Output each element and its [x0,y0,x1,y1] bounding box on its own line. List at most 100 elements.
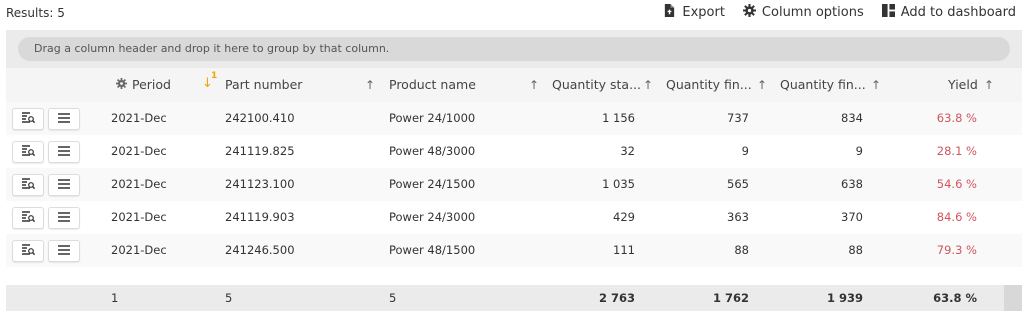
footer-yield-total: 63.8 % [933,291,977,305]
cell-yield: 63.8 % [936,111,977,125]
cell-period: 2021-Dec [111,111,167,125]
column-header-yield[interactable]: Yield [948,68,978,102]
cell-quantity-finished-2: 9 [855,144,863,158]
details-search-icon [21,144,36,160]
column-header-product-name[interactable]: Product name [389,68,476,102]
details-search-icon [21,111,36,127]
menu-icon [57,178,71,193]
row-menu-button[interactable] [48,174,80,196]
arrow-up-icon[interactable]: ↑ [643,68,653,102]
arrow-up-icon[interactable]: ↑ [984,68,994,102]
grid-header: Period ↓ 1 Part number ↑ Product name ↑ … [6,68,1022,102]
cell-part-number: 241119.825 [225,144,295,158]
cell-quantity-started: 1 035 [602,177,635,191]
cell-period: 2021-Dec [111,177,167,191]
group-drop-zone[interactable]: Drag a column header and drop it here to… [18,37,1010,61]
cell-quantity-finished-1: 88 [734,243,749,257]
column-header-quantity-finished-1[interactable]: Quantity fin... [666,68,752,102]
arrow-up-icon[interactable]: ↑ [871,68,881,102]
details-search-icon [21,243,36,259]
row-details-button[interactable] [12,141,44,163]
cell-quantity-started: 429 [613,210,635,224]
row-menu-button[interactable] [48,207,80,229]
cell-product-name: Power 24/1500 [389,177,476,191]
column-header-quantity-started[interactable]: Quantity sta... [552,68,641,102]
row-details-button[interactable] [12,207,44,229]
footer-quantity-started-total: 2 763 [598,291,635,305]
cell-product-name: Power 48/1500 [389,243,476,257]
cell-quantity-finished-1: 565 [727,177,749,191]
cell-quantity-finished-2: 834 [841,111,863,125]
row-details-button[interactable] [12,108,44,130]
details-search-icon [21,177,36,193]
top-bar: Results: 5 Export Column options Add to … [0,0,1028,26]
cell-part-number: 241119.903 [225,210,295,224]
footer-part-count: 5 [225,291,233,305]
menu-icon [57,244,71,259]
toolbar: Export Column options Add to dashboard [663,4,1016,21]
footer-period-count: 1 [111,291,119,305]
cell-period: 2021-Dec [111,210,167,224]
menu-icon [57,145,71,160]
cell-quantity-finished-1: 363 [727,210,749,224]
table-row[interactable]: 2021-Dec 241123.100 Power 24/1500 1 035 565 6… [6,168,1022,201]
footer-quantity-finished-2-total: 1 939 [826,291,863,305]
table-row[interactable]: 2021-Dec 241119.825 Power 48/3000 32 9 9 28.1 … [6,135,1022,168]
table-row[interactable]: 2021-Dec 241246.500 Power 48/1500 111 88 88 79… [6,234,1022,267]
dashboard-icon [881,4,895,21]
column-options-label: Column options [761,5,864,20]
cell-quantity-started: 32 [620,144,635,158]
column-header-part-number[interactable]: Part number [225,68,302,102]
gear-icon [742,4,756,21]
footer-product-count: 5 [389,291,397,305]
row-menu-button[interactable] [48,108,80,130]
results-count: Results: 5 [6,6,65,20]
column-header-period[interactable]: Period [132,68,171,102]
export-label: Export [682,5,725,20]
grid-footer-totals: 1 5 5 2 763 1 762 1 939 63.8 % [6,285,1022,311]
cell-part-number: 242100.410 [225,111,295,125]
cell-part-number: 241123.100 [225,177,295,191]
export-button[interactable]: Export [663,4,725,21]
cell-part-number: 241246.500 [225,243,295,257]
row-menu-button[interactable] [48,240,80,262]
file-export-icon [663,4,676,21]
menu-icon [57,211,71,226]
footer-quantity-finished-1-total: 1 762 [712,291,749,305]
arrow-up-icon[interactable]: ↑ [365,68,375,102]
add-to-dashboard-button[interactable]: Add to dashboard [881,4,1016,21]
cell-period: 2021-Dec [111,144,167,158]
cell-quantity-finished-2: 370 [841,210,863,224]
row-menu-button[interactable] [48,141,80,163]
cell-yield: 79.3 % [936,243,977,257]
group-panel: Drag a column header and drop it here to… [6,30,1022,68]
cell-quantity-finished-2: 638 [841,177,863,191]
cell-quantity-started: 111 [613,243,635,257]
table-row[interactable]: 2021-Dec 242100.410 Power 24/1000 1 156 737 8… [6,102,1022,135]
column-options-button[interactable]: Column options [742,4,864,21]
period-gear-icon[interactable] [116,78,127,92]
row-details-button[interactable] [12,240,44,262]
table-row[interactable]: 2021-Dec 241119.903 Power 24/3000 429 363 370… [6,201,1022,234]
cell-product-name: Power 24/3000 [389,210,476,224]
cell-product-name: Power 48/3000 [389,144,476,158]
add-to-dashboard-label: Add to dashboard [900,5,1016,20]
cell-quantity-finished-1: 9 [741,144,749,158]
data-grid: Drag a column header and drop it here to… [6,30,1022,312]
details-search-icon [21,210,36,226]
menu-icon [57,112,71,127]
scrollbar[interactable] [1004,285,1022,311]
arrow-up-icon[interactable]: ↑ [529,68,539,102]
sort-order-badge: 1 [211,71,218,81]
cell-yield: 54.6 % [936,177,977,191]
arrow-up-icon[interactable]: ↑ [757,68,767,102]
cell-yield: 84.6 % [936,210,977,224]
cell-quantity-finished-2: 88 [848,243,863,257]
cell-quantity-started: 1 156 [602,111,635,125]
cell-period: 2021-Dec [111,243,167,257]
cell-quantity-finished-1: 737 [727,111,749,125]
cell-yield: 28.1 % [936,144,977,158]
column-header-quantity-finished-2[interactable]: Quantity fin... [780,68,866,102]
row-details-button[interactable] [12,174,44,196]
cell-product-name: Power 24/1000 [389,111,476,125]
